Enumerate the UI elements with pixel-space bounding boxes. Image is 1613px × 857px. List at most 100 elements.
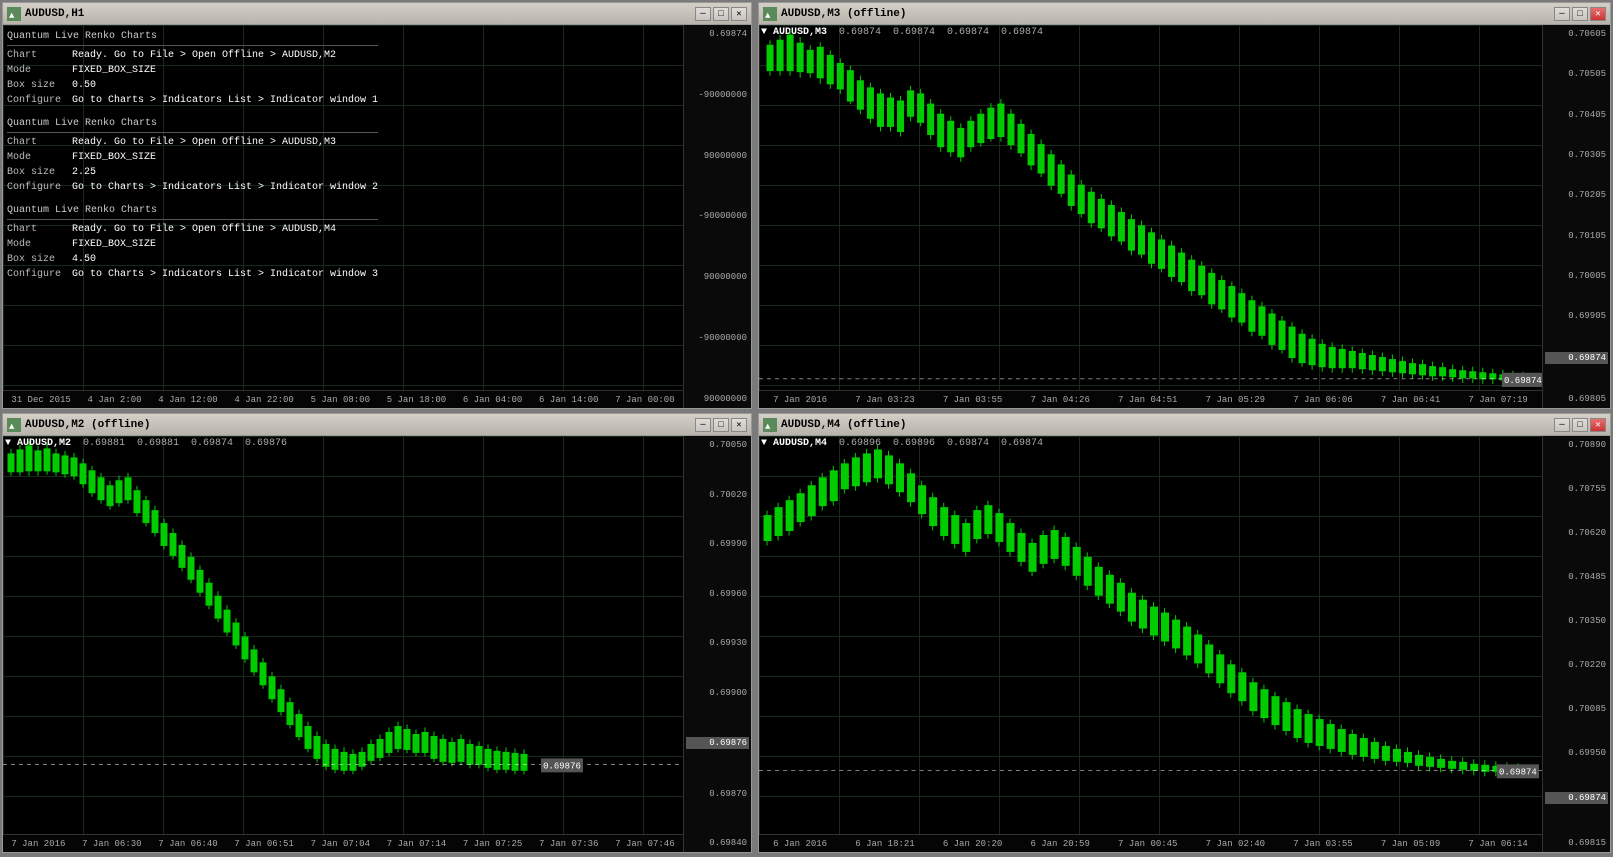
price-axis-m2: 0.70050 0.70020 0.69990 0.69960 0.69930 … xyxy=(683,436,751,852)
time-label: 4 Jan 2:00 xyxy=(88,395,142,405)
time-label: 6 Jan 14:00 xyxy=(539,395,598,405)
maximize-btn-m4[interactable]: □ xyxy=(1572,418,1588,432)
desktop: ▲ AUDUSD,H1 ─ □ ✕ Quantum Live Renko Cha… xyxy=(0,0,1613,857)
price-label: 0.70305 xyxy=(1545,150,1608,160)
titlebar-buttons-m2: ─ □ ✕ xyxy=(695,418,747,432)
time-label: 4 Jan 22:00 xyxy=(234,395,293,405)
time-label: 7 Jan 03:55 xyxy=(943,395,1002,405)
time-label: 6 Jan 20:59 xyxy=(1030,839,1089,849)
price-label: 90000000 xyxy=(686,151,749,161)
time-label: 7 Jan 03:55 xyxy=(1293,839,1352,849)
price-label: 0.69990 xyxy=(686,539,749,549)
time-label: 7 Jan 06:41 xyxy=(1381,395,1440,405)
price-label: 90000000 xyxy=(686,394,749,404)
price-label-current: 0.69874 xyxy=(1545,352,1608,364)
time-label: 7 Jan 04:51 xyxy=(1118,395,1177,405)
price-label: 0.70020 xyxy=(686,490,749,500)
time-label: 7 Jan 07:19 xyxy=(1468,395,1527,405)
close-btn-h1[interactable]: ✕ xyxy=(731,7,747,21)
chart-area-m3: ▼ AUDUSD,M3 0.69874 0.69874 0.69874 0.69… xyxy=(759,25,1610,408)
close-btn-m4[interactable]: ✕ xyxy=(1590,418,1606,432)
window-title-h1: AUDUSD,H1 xyxy=(25,8,695,20)
minimize-btn-m3[interactable]: ─ xyxy=(1554,7,1570,21)
time-label: 6 Jan 20:20 xyxy=(943,839,1002,849)
time-axis-m2: 7 Jan 2016 7 Jan 06:30 7 Jan 06:40 7 Jan… xyxy=(3,834,683,852)
price-label: 0.69905 xyxy=(1545,311,1608,321)
time-label: 7 Jan 00:45 xyxy=(1118,839,1177,849)
time-label: 7 Jan 07:04 xyxy=(311,839,370,849)
price-label: 0.70405 xyxy=(1545,110,1608,120)
svg-text:▲: ▲ xyxy=(765,422,771,432)
price-label: 0.70505 xyxy=(1545,69,1608,79)
ind-section-3: Quantum Live Renko Charts ChartReady. Go… xyxy=(7,203,378,282)
titlebar-h1: ▲ AUDUSD,H1 ─ □ ✕ xyxy=(3,3,751,25)
price-label: 0.70005 xyxy=(1545,271,1608,281)
chart-area-h1: Quantum Live Renko Charts ChartReady. Go… xyxy=(3,25,751,408)
close-btn-m3[interactable]: ✕ xyxy=(1590,7,1606,21)
maximize-btn-m3[interactable]: □ xyxy=(1572,7,1588,21)
time-label: 7 Jan 06:14 xyxy=(1468,839,1527,849)
price-label-current: 0.69874 xyxy=(1545,792,1608,804)
window-title-m3: AUDUSD,M3 (offline) xyxy=(781,8,1554,20)
time-label: 5 Jan 18:00 xyxy=(387,395,446,405)
price-label: 0.69950 xyxy=(1545,748,1608,758)
price-label: 0.70205 xyxy=(1545,190,1608,200)
titlebar-buttons-m4: ─ □ ✕ xyxy=(1554,418,1606,432)
time-label: 4 Jan 12:00 xyxy=(158,395,217,405)
time-label: 7 Jan 06:51 xyxy=(234,839,293,849)
price-label: 0.70755 xyxy=(1545,484,1608,494)
titlebar-buttons-h1: ─ □ ✕ xyxy=(695,7,747,21)
time-label: 7 Jan 07:36 xyxy=(539,839,598,849)
price-label: 0.70085 xyxy=(1545,704,1608,714)
window-icon-m4: ▲ xyxy=(763,418,777,432)
price-label: 0.70890 xyxy=(1545,440,1608,450)
time-label: 7 Jan 05:29 xyxy=(1206,395,1265,405)
ind-header-3: Quantum Live Renko Charts xyxy=(7,203,378,220)
price-label-current: 0.69876 xyxy=(686,737,749,749)
maximize-btn-m2[interactable]: □ xyxy=(713,418,729,432)
window-title-m2: AUDUSD,M2 (offline) xyxy=(25,419,695,431)
window-title-m4: AUDUSD,M4 (offline) xyxy=(781,419,1554,431)
price-label: 0.69815 xyxy=(1545,838,1608,848)
window-h1: ▲ AUDUSD,H1 ─ □ ✕ Quantum Live Renko Cha… xyxy=(2,2,752,409)
price-label: 0.69874 xyxy=(686,29,749,39)
price-label: 0.70105 xyxy=(1545,231,1608,241)
price-label: 0.69840 xyxy=(686,838,749,848)
candles-svg-m4: 0.69874 xyxy=(759,436,1542,834)
maximize-btn-h1[interactable]: □ xyxy=(713,7,729,21)
svg-text:0.69874: 0.69874 xyxy=(1499,767,1537,777)
svg-text:0.69876: 0.69876 xyxy=(543,761,581,771)
price-axis-m4: 0.70890 0.70755 0.70620 0.70485 0.70350 … xyxy=(1542,436,1610,852)
candles-svg-m3: 0.69874 xyxy=(759,25,1542,390)
time-label: 7 Jan 07:25 xyxy=(463,839,522,849)
price-label: 0.70485 xyxy=(1545,572,1608,582)
minimize-btn-m4[interactable]: ─ xyxy=(1554,418,1570,432)
indicator-info-h1: Quantum Live Renko Charts ChartReady. Go… xyxy=(7,29,378,290)
titlebar-m3: ▲ AUDUSD,M3 (offline) ─ □ ✕ xyxy=(759,3,1610,25)
candle-area-m3: 0.69874 xyxy=(759,25,1542,390)
time-label: 7 Jan 03:23 xyxy=(855,395,914,405)
price-label: 0.70220 xyxy=(1545,660,1608,670)
window-icon-m3: ▲ xyxy=(763,7,777,21)
chart-area-m2: ▼ AUDUSD,M2 0.69881 0.69881 0.69874 0.69… xyxy=(3,436,751,852)
svg-text:▲: ▲ xyxy=(765,11,771,21)
titlebar-buttons-m3: ─ □ ✕ xyxy=(1554,7,1606,21)
ind-header-1: Quantum Live Renko Charts xyxy=(7,29,378,46)
close-btn-m2[interactable]: ✕ xyxy=(731,418,747,432)
minimize-btn-h1[interactable]: ─ xyxy=(695,7,711,21)
ind-section-1: Quantum Live Renko Charts ChartReady. Go… xyxy=(7,29,378,108)
minimize-btn-m2[interactable]: ─ xyxy=(695,418,711,432)
time-label: 7 Jan 06:30 xyxy=(82,839,141,849)
price-label: 0.70350 xyxy=(1545,616,1608,626)
price-axis-h1: 0.69874 -90000000 90000000 -90000000 900… xyxy=(683,25,751,408)
time-label: 7 Jan 06:06 xyxy=(1293,395,1352,405)
time-label: 7 Jan 05:09 xyxy=(1381,839,1440,849)
price-label: -90000000 xyxy=(686,90,749,100)
time-axis-m4: 6 Jan 2016 6 Jan 18:21 6 Jan 20:20 6 Jan… xyxy=(759,834,1542,852)
price-label: 0.69805 xyxy=(1545,394,1608,404)
price-label: 0.69870 xyxy=(686,789,749,799)
price-label: -90000000 xyxy=(686,333,749,343)
svg-text:0.69874: 0.69874 xyxy=(1504,375,1542,386)
time-label: 5 Jan 08:00 xyxy=(311,395,370,405)
price-label: -90000000 xyxy=(686,211,749,221)
